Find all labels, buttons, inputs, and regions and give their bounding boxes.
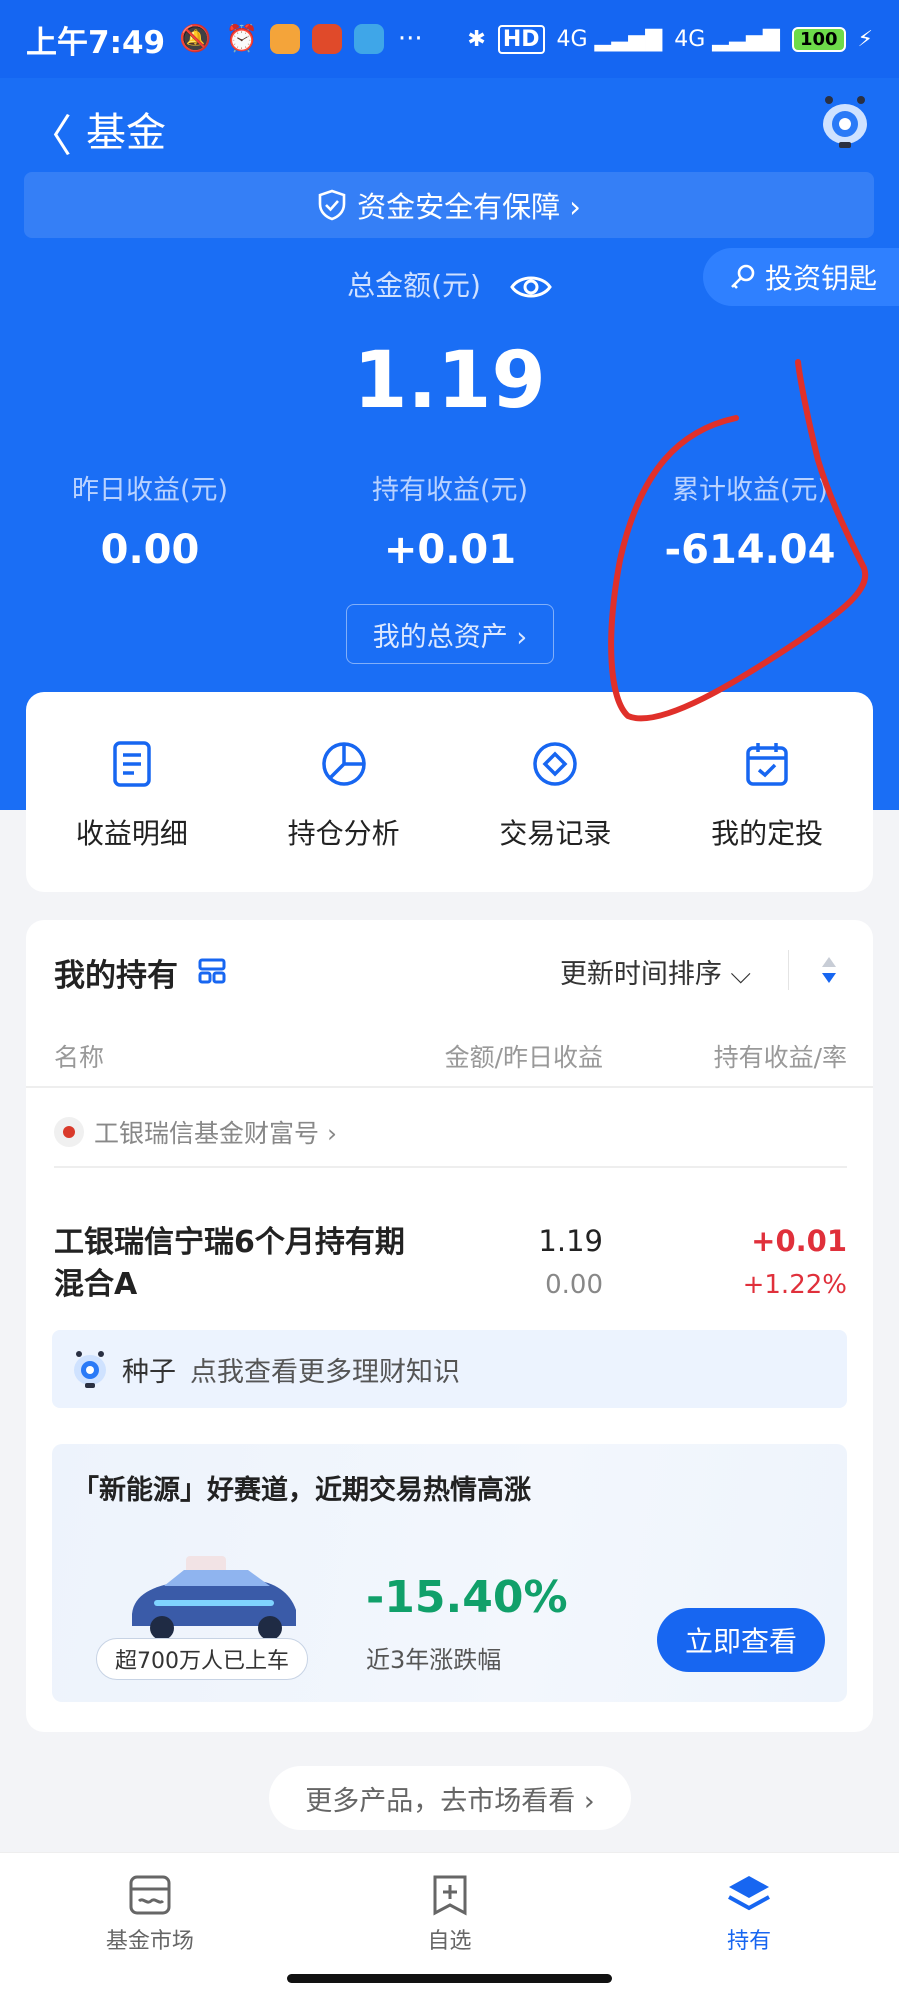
app-notification-icon <box>353 24 384 54</box>
pie-chart-icon <box>321 742 366 786</box>
charging-icon: ⚡ <box>857 26 873 52</box>
home-indicator[interactable] <box>287 1974 612 1983</box>
tab-label: 基金市场 <box>105 1929 194 1954</box>
action-position-analysis[interactable]: 持仓分析 <box>238 692 450 892</box>
fund-hold-rate: +1.22% <box>742 1270 847 1300</box>
action-label: 持仓分析 <box>287 817 400 850</box>
back-icon[interactable]: 〈 <box>28 100 72 164</box>
fund-name[interactable]: 工银瑞信宁瑞6个月持有期混合A <box>54 1222 414 1306</box>
column-header-profit: 持有收益/率 <box>713 1043 847 1072</box>
sort-divider <box>787 950 789 990</box>
seed-tag: 种子 <box>122 1356 176 1388</box>
action-transaction-records[interactable]: 交易记录 <box>450 692 662 892</box>
fund-hold-profit: +0.01 <box>751 1224 847 1258</box>
column-header-amount: 金额/昨日收益 <box>444 1043 603 1072</box>
provider-name: 工银瑞信基金财富号 › <box>94 1119 337 1148</box>
more-products-button[interactable]: 更多产品，去市场看看 › <box>269 1766 631 1830</box>
seed-text: 点我查看更多理财知识 <box>190 1356 460 1388</box>
eye-icon[interactable] <box>510 272 552 302</box>
signal-4g-icon: 4G ▂▃▅▇ <box>674 26 780 52</box>
stat-value: +0.01 <box>383 527 517 573</box>
stat-yesterday: 昨日收益(元) 0.00 <box>0 468 300 573</box>
calendar-check-icon <box>746 743 788 786</box>
safety-text: 资金安全有保障 › <box>357 190 581 224</box>
view-now-button[interactable]: 立即查看 <box>657 1608 825 1672</box>
market-icon <box>129 1875 171 1915</box>
stat-holding: 持有收益(元) +0.01 <box>300 468 600 573</box>
signal-4g-icon: 4G ▂▃▅▇ <box>556 26 663 52</box>
document-icon <box>113 741 151 787</box>
diamond-circle-icon <box>533 742 578 786</box>
promo-percent: -15.40% <box>366 1572 568 1623</box>
network-type-a: 4G <box>556 26 588 52</box>
promo-percent-label: 近3年涨跌幅 <box>366 1646 502 1674</box>
sort-dropdown[interactable]: 更新时间排序 ⌵ <box>560 952 751 991</box>
action-income-detail[interactable]: 收益明细 <box>26 692 238 892</box>
stat-label: 累计收益(元) <box>671 475 829 506</box>
more-notifications-icon: ··· <box>397 24 423 54</box>
fund-amount: 1.19 <box>538 1224 603 1258</box>
seed-tip-banner[interactable]: 种子 点我查看更多理财知识 <box>52 1330 847 1408</box>
quick-actions-card: 收益明细 持仓分析 交易记录 我的定投 <box>26 692 873 892</box>
bluetooth-icon: ✱ <box>467 26 486 52</box>
shield-check-icon <box>318 189 346 221</box>
tab-fund-market[interactable]: 基金市场 <box>0 1853 300 2000</box>
promo-card[interactable]: 「新能源」好赛道，近期交易热情高涨 超700万人已上车 -15.40% 近3年涨… <box>52 1444 847 1702</box>
my-total-assets-button[interactable]: 我的总资产 › <box>346 604 554 664</box>
action-label: 我的定投 <box>711 817 824 850</box>
app-notification-icon <box>311 24 342 54</box>
fund-yesterday-profit: 0.00 <box>545 1270 603 1300</box>
action-my-auto-invest[interactable]: 我的定投 <box>661 692 873 892</box>
battery-icon: 100 <box>791 26 846 52</box>
stat-label: 昨日收益(元) <box>71 475 229 506</box>
promo-badge: 超700万人已上车 <box>96 1638 308 1680</box>
divider <box>54 1166 847 1168</box>
alarm-clock-icon: ⏰ <box>225 24 258 54</box>
app-notification-icon <box>269 24 300 54</box>
hd-icon: HD <box>497 24 545 54</box>
tab-label: 自选 <box>427 1929 472 1954</box>
divider <box>26 1086 873 1088</box>
provider-link[interactable]: 工银瑞信基金财富号 › <box>54 1114 337 1150</box>
promo-title: 「新能源」好赛道，近期交易热情高涨 <box>72 1475 531 1506</box>
status-time: 上午7:49 <box>26 24 166 61</box>
action-label: 收益明细 <box>75 817 188 850</box>
action-label: 交易记录 <box>499 817 612 850</box>
layers-icon <box>728 1876 771 1911</box>
sort-arrows-icon[interactable] <box>819 954 839 986</box>
stat-value: 0.00 <box>100 527 200 573</box>
stat-label: 持有收益(元) <box>371 475 529 506</box>
add-bookmark-icon <box>433 1875 466 1916</box>
total-label-text: 总金额(元) <box>347 269 481 302</box>
stat-cumulative: 累计收益(元) -614.04 <box>600 468 899 573</box>
provider-logo <box>54 1117 84 1147</box>
tab-label: 持有 <box>727 1929 772 1954</box>
tab-holdings[interactable]: 持有 <box>599 1853 899 2000</box>
safety-banner[interactable]: 资金安全有保障 › <box>24 172 874 238</box>
holdings-title: 我的持有 <box>54 958 178 994</box>
grid-view-icon[interactable] <box>198 958 226 984</box>
mute-bell-icon: 🔕 <box>179 24 212 54</box>
stat-value: -614.04 <box>664 527 836 573</box>
nav-bar: 〈 基金 <box>0 78 899 178</box>
status-bar: 上午7:49 🔕 ⏰ ··· ✱ HD 4G ▂▃▅▇ 4G ▂▃▅▇ 100 … <box>0 0 899 78</box>
total-amount-label: 总金额(元) <box>0 264 899 304</box>
robot-assistant-icon[interactable] <box>819 94 871 150</box>
total-amount: 1.19 <box>353 336 546 426</box>
page-title: 基金 <box>86 110 166 156</box>
car-illustration-icon <box>132 1556 296 1640</box>
column-header-name: 名称 <box>54 1043 105 1072</box>
holdings-card: 我的持有 更新时间排序 ⌵ 名称 金额/昨日收益 持有收益/率 工银瑞信基金财富… <box>26 920 873 1732</box>
robot-seed-icon <box>74 1351 106 1388</box>
network-type-b: 4G <box>674 26 706 52</box>
